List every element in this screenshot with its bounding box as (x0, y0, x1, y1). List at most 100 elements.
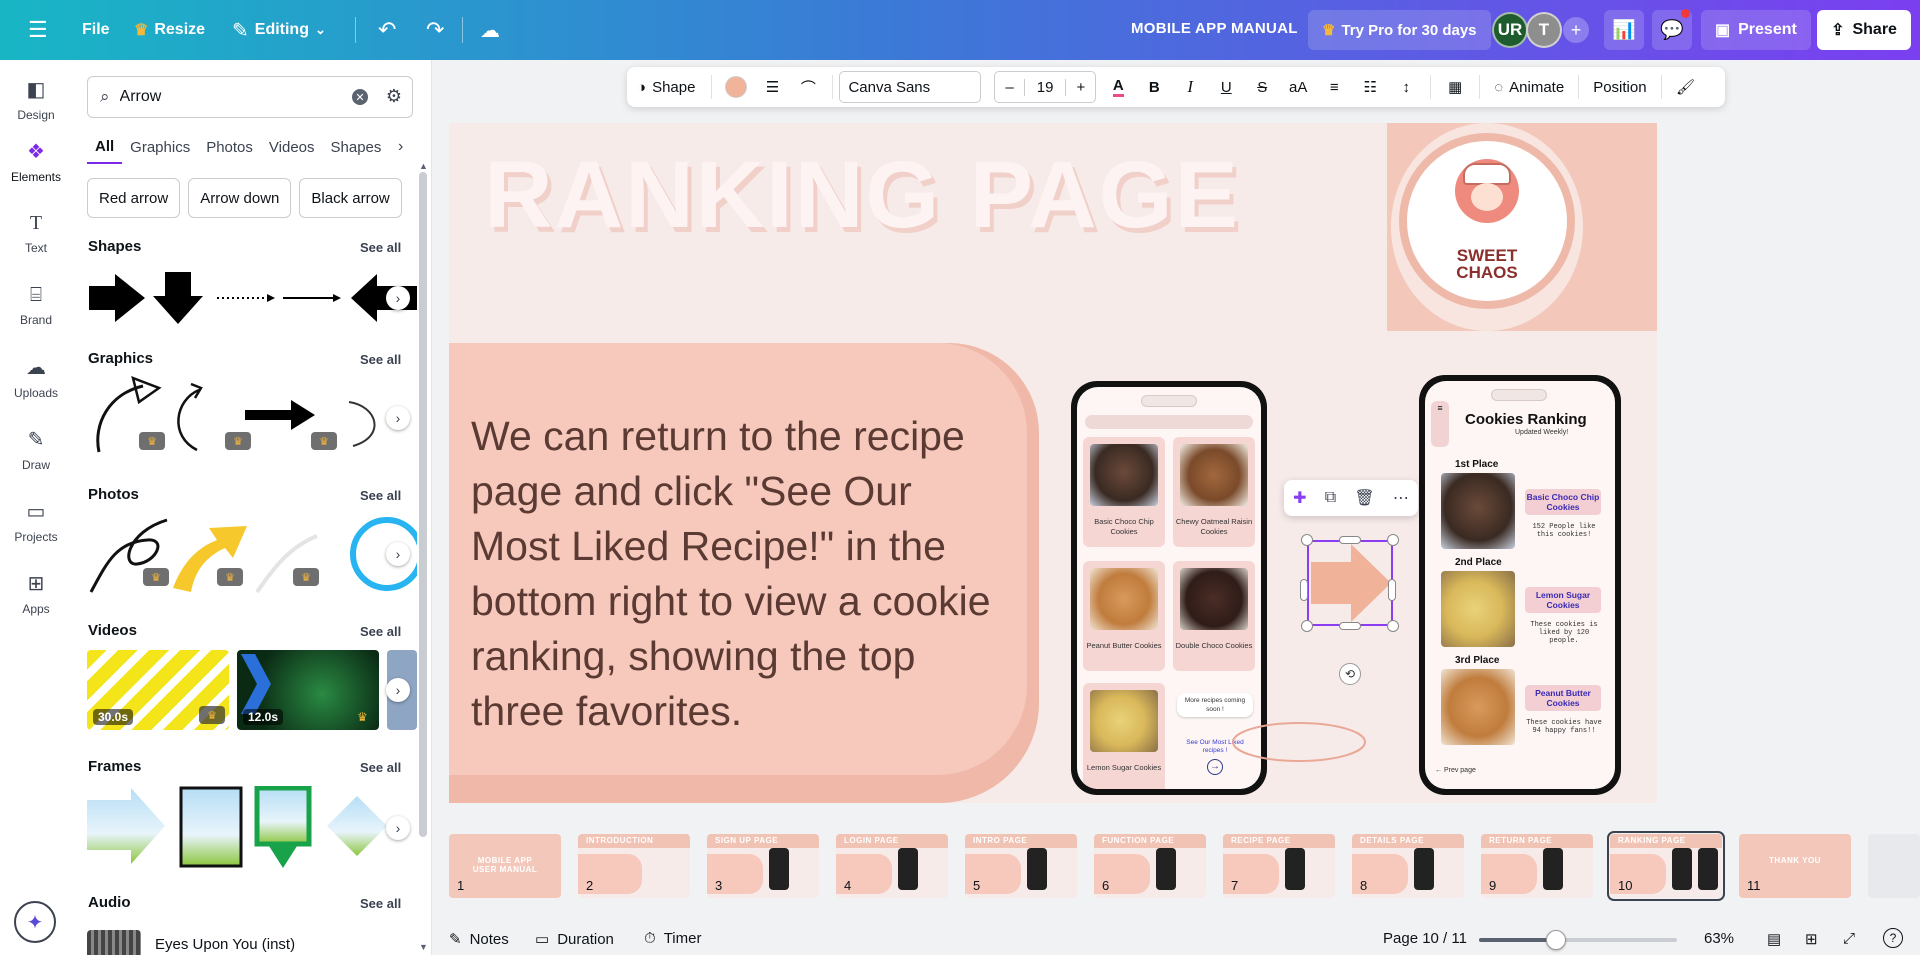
photos-next-button[interactable]: › (386, 542, 410, 566)
transparency-button[interactable]: ▦ (1437, 71, 1473, 103)
rail-item-uploads[interactable]: ☁ Uploads (0, 346, 72, 408)
tab-shapes[interactable]: Shapes (323, 130, 390, 164)
see-all-photos-link[interactable]: See all (360, 488, 401, 503)
bold-arrow-graphic[interactable] (245, 400, 315, 430)
strikethrough-button[interactable]: S (1244, 71, 1280, 103)
hook-arrow-graphic[interactable] (177, 382, 203, 452)
resize-handle[interactable] (1300, 579, 1308, 601)
swirl-arrow-graphic[interactable] (348, 401, 376, 447)
chip-arrow-down[interactable]: Arrow down (188, 178, 292, 218)
see-all-shapes-link[interactable]: See all (360, 240, 401, 255)
tab-graphics[interactable]: Graphics (122, 130, 198, 164)
avatar[interactable]: UR (1492, 12, 1528, 48)
font-family-dropdown[interactable]: Canva Sans (839, 71, 982, 103)
timer-button[interactable]: ⏱ Timer (644, 930, 701, 947)
see-all-videos-link[interactable]: See all (360, 624, 401, 639)
file-menu-button[interactable]: File (72, 10, 120, 50)
page-thumbnail[interactable]: THANK YOU 11 (1739, 834, 1851, 898)
line-arrow-shape[interactable] (283, 294, 341, 302)
panel-scrollbar[interactable] (419, 172, 427, 837)
graphics-next-button[interactable]: › (386, 406, 410, 430)
page-thumbnail[interactable]: FUNCTION PAGE 6 (1094, 834, 1206, 898)
arrow-frame[interactable] (87, 788, 165, 864)
tab-videos[interactable]: Videos (261, 130, 323, 164)
grid-view-button[interactable]: ⊞ (1805, 930, 1818, 948)
resize-handle[interactable] (1301, 620, 1313, 632)
scroll-down-icon[interactable]: ▼ (419, 942, 428, 952)
dotted-arrow-shape[interactable] (217, 294, 275, 302)
corner-rounding-button[interactable]: ⌒ (790, 71, 826, 103)
see-all-audio-link[interactable]: See all (360, 896, 401, 911)
comment-add-button[interactable]: ✚ (1293, 488, 1306, 508)
delete-button[interactable]: 🗑 (1354, 488, 1374, 508)
duplicate-button[interactable]: ⧉ (1325, 489, 1336, 507)
align-button[interactable]: ≡ (1316, 71, 1352, 103)
down-arrow-shape[interactable] (153, 272, 203, 324)
pin-frame[interactable] (254, 786, 312, 868)
more-options-button[interactable]: ⋯ (1393, 488, 1409, 508)
animate-button[interactable]: ◌ Animate (1486, 71, 1572, 103)
video-thumbnail[interactable]: 12.0s ♛ (237, 650, 379, 730)
page-thumbnail[interactable]: MOBILE APP USER MANUAL 1 (449, 834, 561, 898)
audio-item[interactable]: Eyes Upon You (inst) (87, 930, 295, 955)
present-button[interactable]: ▣ Present (1701, 10, 1811, 50)
page-thumbnail[interactable]: LOGIN PAGE 4 (836, 834, 948, 898)
pages-view-button[interactable]: ▤ (1767, 930, 1781, 948)
search-input[interactable] (119, 88, 340, 106)
chip-black-arrow[interactable]: Black arrow (299, 178, 402, 218)
resize-handle[interactable] (1339, 536, 1361, 544)
rail-item-apps[interactable]: ⊞ Apps (0, 562, 72, 624)
decrease-font-size-button[interactable]: – (995, 79, 1023, 96)
add-page-thumbnail[interactable] (1868, 834, 1920, 898)
fullscreen-button[interactable]: ⤢ (1843, 930, 1855, 947)
text-color-button[interactable]: A (1100, 71, 1136, 103)
resize-handle[interactable] (1339, 622, 1361, 630)
undo-button[interactable]: ↶ (368, 10, 406, 50)
phone-mockup-ranking[interactable]: ≡ Cookies Ranking Updated Weekly! 1st Pl… (1419, 375, 1621, 795)
list-button[interactable]: ☷ (1352, 71, 1388, 103)
page-thumbnail[interactable]: RETURN PAGE 9 (1481, 834, 1593, 898)
slide-canvas[interactable]: RANKING PAGE SWEET CHAOS We can return t… (449, 123, 1657, 803)
zoom-slider[interactable] (1479, 930, 1677, 950)
copy-style-button[interactable]: 🖌 (1668, 71, 1704, 103)
fill-color-button[interactable] (718, 71, 754, 103)
shape-button[interactable]: ◑ Shape (627, 71, 705, 103)
rail-item-design[interactable]: ◧ Design (0, 68, 72, 130)
videos-next-button[interactable]: › (386, 678, 410, 702)
resize-button[interactable]: ♛ Resize (124, 10, 215, 50)
invite-button[interactable]: + (1556, 10, 1596, 50)
border-style-button[interactable]: ☰ (754, 71, 790, 103)
spacing-button[interactable]: ↕ (1388, 71, 1424, 103)
page-thumbnail[interactable]: DETAILS PAGE 8 (1352, 834, 1464, 898)
page-thumbnail[interactable]: SIGN UP PAGE 3 (707, 834, 819, 898)
filter-button[interactable]: ⚙ (386, 86, 402, 107)
rail-item-brand[interactable]: ⌸ Brand (0, 274, 72, 336)
help-button[interactable]: ? (1883, 928, 1903, 948)
rail-item-projects[interactable]: ▭ Projects (0, 490, 72, 552)
see-all-frames-link[interactable]: See all (360, 760, 401, 775)
clear-search-button[interactable]: ✕ (352, 89, 368, 105)
redo-button[interactable]: ↷ (416, 10, 454, 50)
italic-button[interactable]: I (1172, 71, 1208, 103)
see-all-graphics-link[interactable]: See all (360, 352, 401, 367)
rotate-handle[interactable]: ⟲ (1339, 663, 1361, 685)
rail-item-draw[interactable]: ✎ Draw (0, 418, 72, 480)
resize-handle[interactable] (1387, 534, 1399, 546)
increase-font-size-button[interactable]: + (1066, 79, 1095, 96)
zoom-level[interactable]: 63% (1704, 930, 1734, 947)
notes-button[interactable]: ✎ Notes (449, 930, 509, 949)
page-thumbnail[interactable]: INTRODUCTION 2 (578, 834, 690, 898)
video-thumbnail[interactable]: 30.0s ♛ (87, 650, 229, 730)
letter-case-button[interactable]: aA (1280, 71, 1316, 103)
scroll-up-icon[interactable]: ▲ (419, 161, 428, 171)
partial-frame[interactable] (327, 796, 387, 856)
slide-title[interactable]: RANKING PAGE (484, 141, 1240, 250)
rectangle-frame[interactable] (179, 786, 243, 868)
document-title[interactable]: MOBILE APP MANUAL (1131, 20, 1298, 37)
page-indicator[interactable]: Page 10 / 11 (1383, 930, 1467, 947)
chip-red-arrow[interactable]: Red arrow (87, 178, 181, 218)
tab-photos[interactable]: Photos (198, 130, 261, 164)
page-thumbnail[interactable]: RECIPE PAGE 7 (1223, 834, 1335, 898)
highlight-ellipse[interactable] (1229, 719, 1369, 765)
resize-handle[interactable] (1388, 579, 1396, 601)
